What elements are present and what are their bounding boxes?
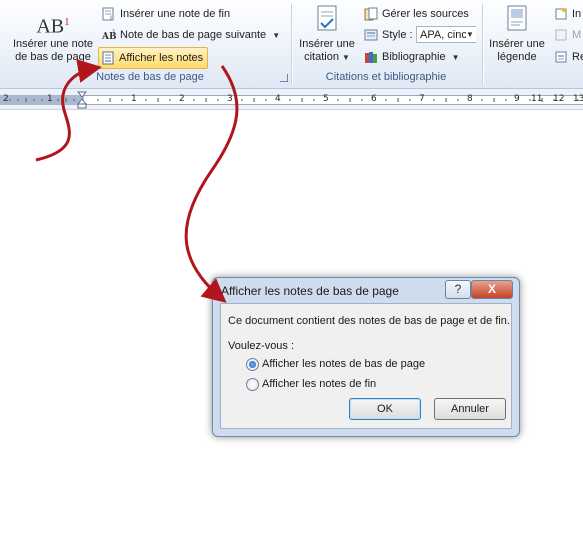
svg-text:1: 1 xyxy=(112,29,116,36)
table-of-figures-icon xyxy=(555,8,567,20)
insert-caption-button[interactable]: Insérer une légende xyxy=(486,4,548,64)
close-button[interactable]: X xyxy=(471,280,513,299)
update-table-button[interactable]: M xyxy=(552,25,581,45)
manage-sources-label: Gérer les sources xyxy=(382,8,469,20)
next-footnote-label: Note de bas de page suivante xyxy=(120,29,267,41)
ruler-number: 4 xyxy=(275,94,281,104)
chevron-down-icon: ▼ xyxy=(451,53,460,62)
next-footnote-button[interactable]: AB 1 Note de bas de page suivante ▼ xyxy=(100,25,280,45)
bibliography-icon xyxy=(365,52,377,63)
endnote-icon: i xyxy=(102,7,114,21)
ruler-number: 1 xyxy=(47,94,53,104)
ruler-number: 12 xyxy=(553,94,565,104)
insert-footnote-label-1: Insérer une note xyxy=(12,38,94,50)
ruler-ticks xyxy=(9,98,579,102)
ribbon: AB1 Insérer une note de bas de page i In… xyxy=(0,0,583,89)
dialog-question: Voulez-vous : xyxy=(228,340,295,352)
footnotes-group-label: Notes de bas de page xyxy=(96,71,204,83)
footnote-icon: AB1 xyxy=(36,15,70,38)
ruler-number: 11 xyxy=(531,94,543,104)
cross-reference-button[interactable]: Re xyxy=(552,47,583,67)
ruler-number: 3 xyxy=(227,94,233,104)
ruler-number: 8 xyxy=(467,94,473,104)
style-icon xyxy=(364,29,378,41)
chevron-down-icon: ▼ xyxy=(272,31,281,40)
dialog-message: Ce document contient des notes de bas de… xyxy=(228,315,510,327)
ruler-number: 13 xyxy=(573,94,583,104)
insert-endnote-label: Insérer une note de fin xyxy=(120,8,231,20)
cancel-button[interactable]: Annuler xyxy=(434,398,506,420)
partial-label-1: In xyxy=(572,8,582,20)
update-table-icon xyxy=(555,29,567,41)
show-notes-dialog: Afficher les notes de bas de page ? X Ce… xyxy=(212,277,520,437)
ruler-number: 7 xyxy=(419,94,425,104)
style-select-value: APA, cinc xyxy=(420,29,467,41)
insert-endnote-button[interactable]: i Insérer une note de fin xyxy=(100,4,230,24)
dialog-body: Ce document contient des notes de bas de… xyxy=(220,303,512,429)
insert-citation-label-2: citation ▼ xyxy=(304,51,350,63)
show-notes-label: Afficher les notes xyxy=(119,52,204,64)
manage-sources-icon xyxy=(364,7,378,21)
group-separator xyxy=(482,4,483,84)
ruler-number: 2 xyxy=(179,94,185,104)
ruler-number: 5 xyxy=(323,94,329,104)
style-label: Style : xyxy=(382,29,413,41)
indent-marker-icon[interactable] xyxy=(77,91,87,109)
dialog-title: Afficher les notes de bas de page xyxy=(221,284,399,298)
radio-footnotes[interactable] xyxy=(246,358,259,371)
style-select-chevron-down-icon[interactable]: ▼ xyxy=(466,27,476,42)
partial-label-2: M xyxy=(572,29,582,41)
bibliography-label: Bibliographie xyxy=(382,51,446,63)
style-control: Style : xyxy=(362,25,413,45)
ruler-number: 6 xyxy=(371,94,377,104)
option-footnotes-label: Afficher les notes de bas de page xyxy=(262,358,426,370)
ruler-number: 9 xyxy=(514,94,520,104)
insert-footnote-label-2: de bas de page xyxy=(15,51,91,63)
citations-group-label: Citations et bibliographie xyxy=(325,71,447,83)
dialog-launcher-icon[interactable] xyxy=(280,74,288,82)
citation-icon xyxy=(317,5,337,31)
show-notes-icon xyxy=(102,51,114,65)
ruler-number: 1 xyxy=(131,94,137,104)
radio-endnotes[interactable] xyxy=(246,378,259,391)
partial-label-3: Re xyxy=(572,51,583,63)
insert-table-of-figures-button[interactable]: In xyxy=(552,4,581,24)
help-button[interactable]: ? xyxy=(445,280,471,299)
insert-caption-label-1: Insérer une xyxy=(489,38,545,50)
horizontal-ruler[interactable]: 2 1 1 2 3 4 5 6 7 8 9 10 11 12 13 xyxy=(0,89,583,110)
option-endnotes-label: Afficher les notes de fin xyxy=(262,378,377,390)
show-notes-button[interactable]: Afficher les notes xyxy=(98,47,209,69)
insert-citation-button[interactable]: Insérer une citation ▼ xyxy=(296,4,358,64)
cross-reference-icon xyxy=(555,51,567,63)
insert-footnote-button[interactable]: AB1 Insérer une note de bas de page xyxy=(6,6,100,64)
insert-caption-label-2: légende xyxy=(497,51,537,63)
ruler-number: 2 xyxy=(3,94,9,104)
ok-button[interactable]: OK xyxy=(349,398,421,420)
bibliography-button[interactable]: Bibliographie ▼ xyxy=(362,47,460,67)
manage-sources-button[interactable]: Gérer les sources xyxy=(362,4,469,24)
insert-citation-label-1: Insérer une xyxy=(299,38,355,50)
caption-icon xyxy=(507,5,527,31)
svg-text:i: i xyxy=(110,14,112,21)
group-separator xyxy=(291,4,292,84)
next-footnote-icon: AB1 xyxy=(102,29,116,42)
